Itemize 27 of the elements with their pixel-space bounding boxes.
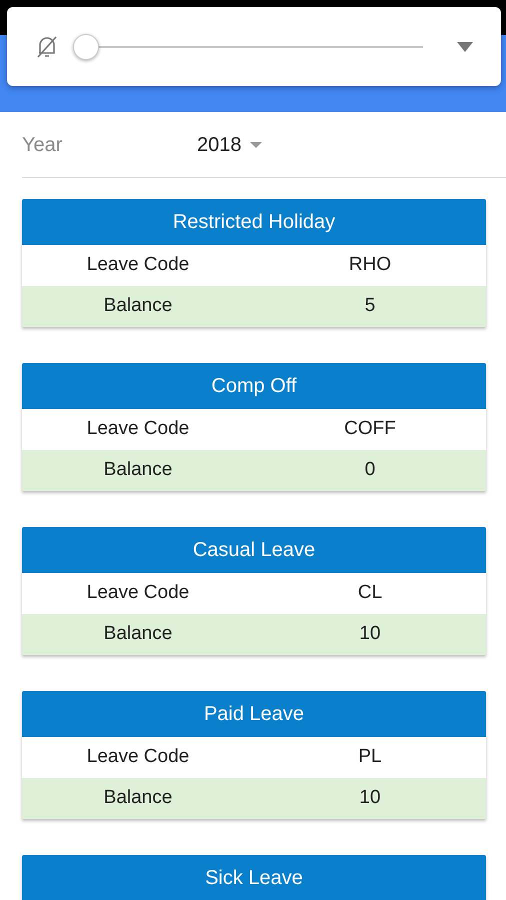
table-cell-text: Leave Code	[86, 417, 190, 442]
card-header: Casual Leave	[22, 527, 486, 573]
table-cell-text: Balance	[102, 622, 174, 646]
table-cell-text: Balance	[102, 786, 174, 810]
table-cell-text: COFF	[343, 417, 397, 442]
table-cell-text: CL	[356, 581, 384, 606]
card-header: Paid Leave	[22, 691, 486, 737]
table-cell-text: Leave Code	[86, 253, 190, 278]
table-cell-text: 5	[364, 294, 376, 318]
expand-icon[interactable]	[457, 42, 473, 52]
table-cell-text: RHO	[348, 253, 392, 278]
table-cell-text: 10	[358, 622, 382, 646]
slider-handle[interactable]	[73, 34, 99, 60]
caret-icon	[250, 142, 262, 148]
card-header: Restricted Holiday	[22, 199, 486, 245]
table-cell-text: Balance	[102, 294, 174, 318]
table-cell-text: 10	[358, 786, 382, 810]
table-cell-text: Balance	[102, 458, 174, 482]
bell-off-icon[interactable]	[35, 34, 59, 60]
table-cell-text: Leave Code	[86, 581, 190, 606]
card-header: Sick Leave	[22, 855, 486, 900]
table-cell-text: 0	[364, 458, 376, 482]
table-cell-text: Leave Code	[86, 745, 190, 770]
card-header: Comp Off	[22, 363, 486, 409]
year-dropdown[interactable]: 2018	[197, 130, 262, 160]
year-label: Year	[22, 132, 64, 158]
table-cell-text: PL	[357, 745, 383, 770]
